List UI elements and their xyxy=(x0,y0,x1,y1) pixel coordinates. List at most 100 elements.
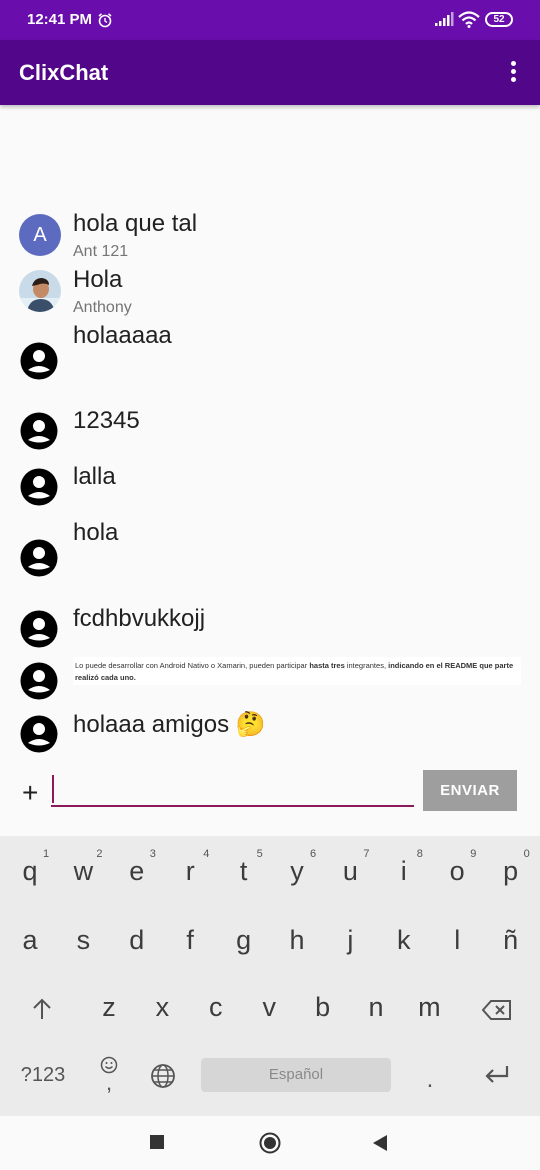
key-y[interactable]: y6 xyxy=(270,848,324,887)
key-e[interactable]: e3 xyxy=(110,848,164,887)
key-s[interactable]: s xyxy=(56,925,110,956)
key-p[interactable]: p0 xyxy=(484,848,538,887)
send-button[interactable]: ENVIAR xyxy=(423,770,517,811)
status-bar: 12:41 PM 52 xyxy=(0,0,540,40)
key-j[interactable]: j xyxy=(323,925,377,956)
key-w[interactable]: w2 xyxy=(56,848,110,887)
key-c[interactable]: c xyxy=(189,992,243,1023)
spacebar-key[interactable]: Español xyxy=(201,1058,391,1092)
message-text: fcdhbvukkojj xyxy=(73,605,206,632)
enter-icon[interactable] xyxy=(483,1064,511,1086)
key-label: p xyxy=(503,856,519,886)
account-circle-icon xyxy=(20,715,58,753)
account-circle-icon xyxy=(20,342,58,380)
key-n[interactable]: n xyxy=(349,992,403,1023)
image-text: Lo puede desarrollar con Android Nativo … xyxy=(75,661,310,670)
globe-icon[interactable] xyxy=(150,1063,176,1089)
key-u[interactable]: u7 xyxy=(323,848,377,887)
key-d[interactable]: d xyxy=(110,925,164,956)
recents-icon[interactable] xyxy=(150,1135,164,1149)
key-label: d xyxy=(129,925,145,955)
account-circle-icon xyxy=(20,610,58,648)
key-label: i xyxy=(400,856,407,886)
message-text: 12345 xyxy=(73,407,140,434)
text-cursor xyxy=(52,775,54,803)
key-label: m xyxy=(418,992,441,1022)
status-time: 12:41 PM xyxy=(27,11,93,28)
key-g[interactable]: g xyxy=(217,925,271,956)
key-x[interactable]: x xyxy=(135,992,189,1023)
key-z[interactable]: z xyxy=(82,992,136,1023)
composer: + ENVIAR xyxy=(0,765,540,825)
key-hint: 3 xyxy=(149,848,156,860)
key-label: l xyxy=(454,925,461,955)
soft-keyboard: q1w2e3r4t5y6u7i8o9p0 asdfghjklñ zxcvbnm … xyxy=(0,836,540,1116)
app-title: ClixChat xyxy=(19,60,109,85)
key-label: z xyxy=(102,992,116,1022)
key-label: s xyxy=(76,925,91,955)
account-circle-icon xyxy=(20,412,58,450)
key-a[interactable]: a xyxy=(3,925,57,956)
key-label: g xyxy=(236,925,252,955)
key-hint: 0 xyxy=(523,848,530,860)
message-username: Ant 121 xyxy=(73,243,129,260)
key-label: w xyxy=(73,856,94,886)
avatar: A xyxy=(19,214,61,256)
key-q[interactable]: q1 xyxy=(3,848,57,887)
account-circle-icon xyxy=(20,539,58,577)
key-hint: 6 xyxy=(310,848,317,860)
comma-key[interactable]: , xyxy=(100,1070,118,1096)
message-text: holaaaaa xyxy=(73,322,172,349)
key-v[interactable]: v xyxy=(242,992,296,1023)
key-b[interactable]: b xyxy=(296,992,350,1023)
app-bar: ClixChat xyxy=(0,40,540,105)
key-label: h xyxy=(289,925,305,955)
image-text: integrantes, xyxy=(344,661,389,670)
message-text: hola xyxy=(73,519,119,546)
key-k[interactable]: k xyxy=(377,925,431,956)
key-hint: 4 xyxy=(203,848,210,860)
shift-icon[interactable] xyxy=(28,996,56,1024)
symbols-key[interactable]: ?123 xyxy=(18,1064,68,1087)
key-r[interactable]: r4 xyxy=(163,848,217,887)
backspace-icon[interactable] xyxy=(482,999,512,1021)
add-attachment-button[interactable]: + xyxy=(22,777,38,809)
message-text: lalla xyxy=(73,463,116,490)
message-image[interactable]: Lo puede desarrollar con Android Nativo … xyxy=(73,657,521,685)
key-label: o xyxy=(449,856,465,886)
alarm-icon xyxy=(98,13,112,28)
key-m[interactable]: m xyxy=(402,992,456,1023)
period-key[interactable]: . xyxy=(420,1066,440,1094)
key-label: k xyxy=(397,925,411,955)
overflow-menu-icon[interactable] xyxy=(509,61,519,83)
home-icon[interactable] xyxy=(259,1132,281,1154)
key-label: j xyxy=(347,925,354,955)
key-label: n xyxy=(368,992,384,1022)
key-label: y xyxy=(290,856,304,886)
key-hint: 7 xyxy=(363,848,370,860)
key-label: ñ xyxy=(503,925,519,955)
key-label: f xyxy=(186,925,194,955)
key-h[interactable]: h xyxy=(270,925,324,956)
key-label: e xyxy=(129,856,145,886)
key-label: q xyxy=(22,856,38,886)
key-label: t xyxy=(239,856,248,886)
key-o[interactable]: o9 xyxy=(430,848,484,887)
key-label: c xyxy=(209,992,223,1022)
key-hint: 9 xyxy=(470,848,477,860)
key-label: b xyxy=(315,992,331,1022)
account-circle-icon xyxy=(20,468,58,506)
key-hint: 8 xyxy=(416,848,423,860)
key-i[interactable]: i8 xyxy=(377,848,431,887)
key-f[interactable]: f xyxy=(163,925,217,956)
signal-icon xyxy=(435,12,454,26)
key-label: v xyxy=(262,992,276,1022)
message-text: hola que tal xyxy=(73,210,198,237)
key-t[interactable]: t5 xyxy=(217,848,271,887)
key-ñ[interactable]: ñ xyxy=(484,925,538,956)
back-icon[interactable] xyxy=(372,1134,388,1152)
message-text: Hola xyxy=(73,266,123,293)
message-input[interactable] xyxy=(51,771,414,807)
key-l[interactable]: l xyxy=(430,925,484,956)
key-label: u xyxy=(342,856,358,886)
